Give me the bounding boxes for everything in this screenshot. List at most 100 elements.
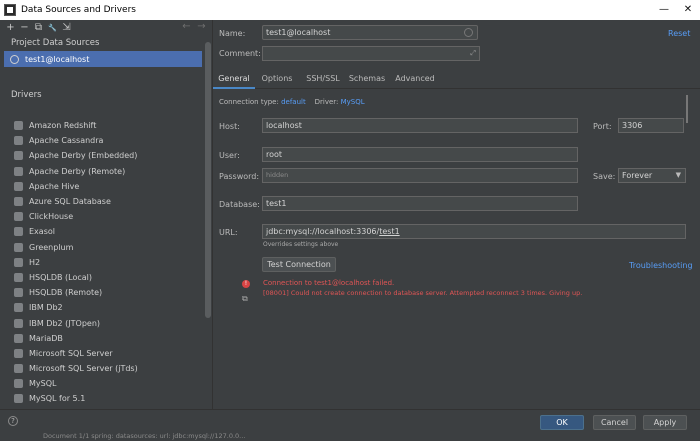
sidebar-scrollbar[interactable] [205,42,211,318]
help-icon[interactable]: ? [8,416,18,426]
copy-icon[interactable]: ⧉ [34,22,43,34]
color-picker-icon[interactable] [464,28,473,37]
mysql-icon [14,379,23,389]
url-note: Overrides settings above [263,241,339,248]
driver-item[interactable]: Apache Hive [0,179,205,194]
driver-item[interactable]: Apache Derby (Remote) [0,164,205,179]
driver-item[interactable]: IBM Db2 (JTOpen) [0,315,205,330]
url-label: URL: [219,228,238,237]
connection-type-label: Connection type: [219,98,279,106]
save-label: Save: [593,172,616,181]
sqlserver-icon [14,348,23,358]
apply-button[interactable]: Apply [643,415,687,430]
driver-link[interactable]: MySQL [341,98,365,106]
mariadb-icon [14,333,23,343]
azure-icon [14,197,23,207]
tab-schemas[interactable]: Schemas [347,70,387,89]
driver-item[interactable]: Microsoft SQL Server [0,346,205,361]
driver-label: Amazon Redshift [29,121,97,131]
ok-button[interactable]: OK [540,415,584,430]
expand-icon[interactable]: ⤢ [470,47,476,60]
driver-label: MySQL for 5.1 [29,394,86,404]
connection-info: Connection type: default Driver: MySQL [219,98,365,106]
driver-item[interactable]: IBM Db2 [0,300,205,315]
url-database-link[interactable]: test1 [379,227,399,236]
database-field[interactable]: test1 [262,196,578,211]
back-icon[interactable]: ← [182,21,191,33]
hsqldb-icon [14,272,23,282]
chevron-down-icon: ▼ [675,171,681,179]
driver-label: Azure SQL Database [29,197,111,207]
driver-item[interactable]: Apache Derby (Embedded) [0,148,205,163]
data-source-settings: Name: test1@localhost Reset Comment: ⤢ G… [213,20,700,409]
project-item-test1[interactable]: test1@localhost [4,51,202,67]
derby-icon [14,151,23,161]
comment-label: Comment: [219,49,261,58]
driver-label: ClickHouse [29,212,74,222]
tab-advanced[interactable]: Advanced [391,70,439,89]
resize-handle[interactable] [686,95,688,123]
driver-item[interactable]: Exasol [0,224,205,239]
database-label: Database: [219,200,260,209]
driver-item[interactable]: HSQLDB (Remote) [0,285,205,300]
name-field[interactable]: test1@localhost [262,25,478,40]
hsqldb-icon [14,288,23,298]
save-value: Forever [622,171,653,180]
settings-icon[interactable]: 🔧 [48,22,57,34]
test-connection-button[interactable]: Test Connection [262,257,336,272]
db2-icon [14,318,23,328]
data-sources-sidebar: + − ⧉ 🔧 ⇲ ← → Project Data Sources test1… [0,20,213,409]
troubleshooting-link[interactable]: Troubleshooting [629,261,693,270]
driver-label: HSQLDB (Remote) [29,288,103,298]
connection-type-link[interactable]: default [281,98,306,106]
comment-field[interactable]: ⤢ [262,46,480,61]
driver-item[interactable]: Microsoft SQL Server (jTds) [0,361,205,376]
driver-item[interactable]: H2 [0,255,205,270]
cancel-button[interactable]: Cancel [593,415,636,430]
reset-link[interactable]: Reset [668,29,690,38]
move-icon[interactable]: ⇲ [62,22,71,34]
user-label: User: [219,151,240,160]
user-field[interactable]: root [262,147,578,162]
driver-label: Greenplum [29,242,74,252]
drivers-list: Amazon Redshift Apache Cassandra Apache De… [0,118,205,409]
greenplum-icon [14,242,23,252]
port-field[interactable]: 3306 [618,118,684,133]
driver-item[interactable]: HSQLDB (Local) [0,270,205,285]
driver-label: MariaDB [29,333,63,343]
tab-options[interactable]: Options [257,70,297,89]
add-icon[interactable]: + [6,22,15,34]
driver-item[interactable]: Azure SQL Database [0,194,205,209]
save-select[interactable]: Forever ▼ [618,168,686,183]
error-detail: [08001] Could not create connection to d… [263,289,583,297]
password-field[interactable]: hidden [262,168,578,183]
cassandra-icon [14,136,23,146]
host-field[interactable]: localhost [262,118,578,133]
copy-icon[interactable]: ⧉ [242,294,248,304]
remove-icon[interactable]: − [20,22,29,34]
close-button[interactable]: ✕ [676,0,700,20]
error-title: Connection to test1@localhost failed. [263,279,395,287]
driver-label: Microsoft SQL Server (jTds) [29,364,138,374]
driver-item[interactable]: ClickHouse [0,209,205,224]
driver-item[interactable]: Apache Cassandra [0,133,205,148]
forward-icon[interactable]: → [197,21,206,33]
driver-label: IBM Db2 (JTOpen) [29,318,101,328]
tab-ssh-ssl[interactable]: SSH/SSL [301,70,345,89]
host-label: Host: [219,122,240,131]
driver-item[interactable]: Amazon Redshift [0,118,205,133]
url-field[interactable]: jdbc:mysql://localhost:3306/test1 [262,224,686,239]
minimize-button[interactable]: — [652,0,676,20]
sqlserver-icon [14,364,23,374]
driver-item[interactable]: MariaDB [0,331,205,346]
mysql-icon [10,54,19,64]
dialog-button-bar: ? OK Cancel Apply [0,409,700,432]
driver-item[interactable]: MySQL for 5.1 [0,391,205,406]
tab-general[interactable]: General [213,70,255,89]
driver-item[interactable]: MySQL [0,376,205,391]
driver-label: Apache Hive [29,181,80,191]
mysql-icon [14,394,23,404]
driver-label: MySQL [29,379,57,389]
driver-label: Exasol [29,227,55,237]
driver-item[interactable]: Greenplum [0,240,205,255]
